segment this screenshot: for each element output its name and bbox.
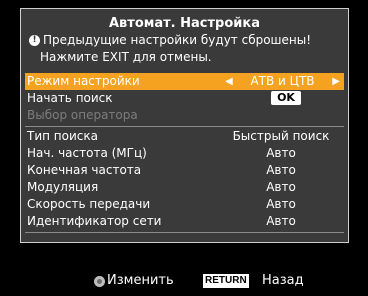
start-frequency-label: Нач. частота (МГц) bbox=[27, 146, 147, 160]
modulation-label: Модуляция bbox=[27, 180, 99, 194]
divider bbox=[25, 126, 344, 127]
settings-row[interactable]: Идентификатор сети Авто bbox=[25, 213, 344, 230]
tuning-mode-label: Режим настройки bbox=[27, 74, 140, 88]
start-search-label: Начать поиск bbox=[27, 91, 113, 105]
warning-text-exit: Нажмите EXIT для отмены. bbox=[40, 50, 212, 64]
settings-row[interactable]: Скорость передачи Авто bbox=[25, 196, 344, 213]
back-hint: Назад bbox=[262, 273, 304, 288]
auto-tuning-dialog: Автомат. Настройка ! Предыдущие настройк… bbox=[20, 8, 349, 243]
warning-text: Предыдущие настройки будут сброшены! bbox=[43, 33, 312, 47]
change-hint: Изменить bbox=[107, 273, 174, 288]
tuning-mode-selector[interactable]: ◀ АТВ и ЦТВ ▶ bbox=[221, 73, 344, 90]
search-type-label: Тип поиска bbox=[27, 129, 98, 143]
settings-row[interactable]: Нач. частота (МГц) Авто bbox=[25, 145, 344, 162]
modulation-value: Авто bbox=[266, 180, 296, 194]
dpad-icon bbox=[94, 276, 105, 287]
tuning-mode-row[interactable]: Режим настройки ◀ АТВ и ЦТВ ▶ bbox=[25, 73, 344, 90]
footer-hints: Изменить RETURN Назад bbox=[0, 270, 368, 290]
divider bbox=[25, 232, 344, 233]
tuning-mode-value: АТВ и ЦТВ bbox=[250, 74, 315, 88]
warning-row: ! Предыдущие настройки будут сброшены! bbox=[29, 32, 311, 48]
search-type-value: Быстрый поиск bbox=[232, 129, 330, 143]
network-id-label: Идентификатор сети bbox=[27, 214, 162, 228]
symbol-rate-label: Скорость передачи bbox=[27, 197, 151, 211]
ok-button[interactable]: OK bbox=[271, 91, 301, 105]
start-frequency-value: Авто bbox=[266, 146, 296, 160]
operator-select-label: Выбор оператора bbox=[27, 108, 138, 122]
settings-row[interactable]: Конечная частота Авто bbox=[25, 162, 344, 179]
end-frequency-value: Авто bbox=[266, 163, 296, 177]
symbol-rate-value: Авто bbox=[266, 197, 296, 211]
warning-icon: ! bbox=[29, 34, 40, 46]
start-search-row[interactable]: Начать поиск OK bbox=[25, 90, 344, 107]
end-frequency-label: Конечная частота bbox=[27, 163, 142, 177]
dialog-title: Автомат. Настройка bbox=[109, 16, 260, 31]
operator-select-row: Выбор оператора bbox=[25, 107, 344, 124]
settings-list: Режим настройки ◀ АТВ и ЦТВ ▶ Начать пои… bbox=[25, 73, 344, 234]
arrow-right-icon[interactable]: ▶ bbox=[332, 73, 340, 90]
settings-row[interactable]: Модуляция Авто bbox=[25, 179, 344, 196]
return-key-badge: RETURN bbox=[203, 274, 249, 288]
dialog-header: Автомат. Настройка ! Предыдущие настройк… bbox=[21, 9, 348, 71]
network-id-value: Авто bbox=[266, 214, 296, 228]
settings-row[interactable]: Тип поиска Быстрый поиск bbox=[25, 128, 344, 145]
